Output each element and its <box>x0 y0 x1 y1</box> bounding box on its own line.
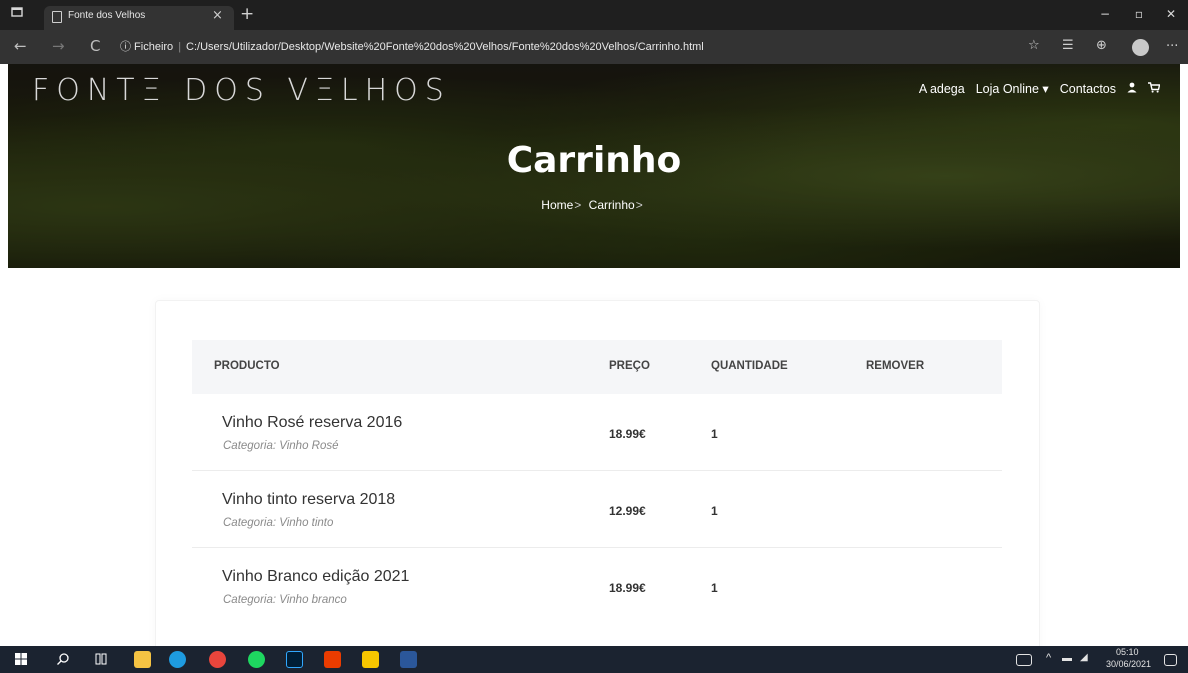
product-price: 12.99€ <box>609 504 646 518</box>
favorites-add-icon[interactable]: ☆ <box>1028 38 1040 53</box>
tab-title: Fonte dos Velhos <box>68 10 146 21</box>
cart-row: Vinho tinto reserva 2018 Categoria: Vinh… <box>192 471 1002 548</box>
product-category: Categoria: Vinho Rosé <box>223 440 339 452</box>
keyboard-icon[interactable] <box>1016 654 1032 666</box>
wifi-icon[interactable]: ◢ <box>1080 652 1088 663</box>
reload-icon[interactable]: C <box>90 37 100 55</box>
word-icon[interactable] <box>400 651 417 668</box>
breadcrumb-current: Carrinho <box>588 198 635 212</box>
office-icon[interactable] <box>324 651 341 668</box>
product-price: 18.99€ <box>609 427 646 441</box>
tray-chevron-icon[interactable]: ^ <box>1046 652 1051 664</box>
cart-row: Vinho Branco edição 2021 Categoria: Vinh… <box>192 548 1002 625</box>
file-explorer-icon[interactable] <box>134 651 151 668</box>
column-header-remove: REMOVER <box>866 360 925 372</box>
notifications-icon[interactable] <box>1164 654 1177 666</box>
page-title: Carrinho <box>506 140 682 181</box>
product-category: Categoria: Vinho tinto <box>223 517 334 529</box>
column-header-quantity: QUANTIDADE <box>711 360 788 372</box>
new-tab-button[interactable]: + <box>240 4 254 24</box>
main-nav: A adega Loja Online ▾ Contactos <box>919 81 1161 96</box>
breadcrumb: Home> Carrinho> <box>8 198 1180 212</box>
search-icon[interactable] <box>56 651 73 668</box>
product-name[interactable]: Vinho tinto reserva 2018 <box>222 491 395 509</box>
forward-icon[interactable]: → <box>52 37 65 55</box>
windows-start-icon[interactable] <box>14 651 31 668</box>
close-window-button[interactable]: ✕ <box>1162 5 1180 23</box>
nav-item-contactos[interactable]: Contactos <box>1060 82 1116 96</box>
clock-time[interactable]: 05:10 <box>1116 647 1139 657</box>
nav-item-adega[interactable]: A adega <box>919 82 965 96</box>
clock-date[interactable]: 30/06/2021 <box>1106 659 1151 669</box>
breadcrumb-home[interactable]: Home <box>541 198 573 212</box>
breadcrumb-separator: > <box>574 198 582 212</box>
product-quantity[interactable]: 1 <box>711 504 718 518</box>
product-category: Categoria: Vinho branco <box>223 594 347 606</box>
sticky-notes-icon[interactable] <box>362 651 379 668</box>
profile-icon[interactable] <box>1132 39 1149 56</box>
tab-actions-icon[interactable] <box>8 5 26 23</box>
network-icon[interactable]: ▬ <box>1062 653 1072 664</box>
site-info-label[interactable]: ⓘ Ficheiro <box>120 41 173 53</box>
favorites-icon[interactable]: ☰ <box>1062 38 1074 53</box>
tab-close-icon[interactable]: × <box>212 8 223 23</box>
product-price: 18.99€ <box>609 581 646 595</box>
chrome-icon[interactable] <box>209 651 226 668</box>
spotify-icon[interactable] <box>248 651 265 668</box>
product-name[interactable]: Vinho Branco edição 2021 <box>222 568 409 586</box>
product-quantity[interactable]: 1 <box>711 427 718 441</box>
photoshop-icon[interactable] <box>286 651 303 668</box>
url-text: C:/Users/Utilizador/Desktop/Website%20Fo… <box>186 41 704 53</box>
browser-tab[interactable]: Fonte dos Velhos × <box>44 6 234 30</box>
url-field[interactable]: ⓘ Ficheiro | C:/Users/Utilizador/Desktop/W… <box>120 37 704 57</box>
collections-icon[interactable]: ⊕ <box>1096 38 1107 53</box>
cart-icon[interactable] <box>1148 81 1161 96</box>
browser-address-bar: ← → C ⓘ Ficheiro | C:/Users/Utilizador/Des… <box>0 30 1188 64</box>
cart-row: Vinho Rosé reserva 2016 Categoria: Vinho… <box>192 394 1002 471</box>
column-header-price: PREÇO <box>609 360 650 372</box>
cart-table-header: PRODUCTO PREÇO QUANTIDADE REMOVER <box>192 340 1002 394</box>
nav-item-loja-online[interactable]: Loja Online ▾ <box>976 81 1049 96</box>
edge-icon[interactable] <box>169 651 186 668</box>
windows-taskbar: ^ ▬ ◢ 05:10 30/06/2021 <box>0 646 1188 673</box>
product-name[interactable]: Vinho Rosé reserva 2016 <box>222 414 402 432</box>
browser-tab-bar: Fonte dos Velhos × + − ▫ ✕ <box>0 0 1188 30</box>
minimize-button[interactable]: − <box>1096 5 1114 23</box>
hero-banner: FONTΞ DOS VΞLHOS A adega Loja Online ▾ C… <box>8 64 1180 268</box>
site-logo[interactable]: FONTΞ DOS VΞLHOS <box>32 73 451 108</box>
url-separator: | <box>178 41 182 53</box>
product-quantity[interactable]: 1 <box>711 581 718 595</box>
page-icon <box>52 11 62 23</box>
breadcrumb-separator: > <box>635 198 643 212</box>
task-view-icon[interactable] <box>94 651 111 668</box>
user-icon[interactable] <box>1127 82 1137 96</box>
more-icon[interactable]: ··· <box>1166 39 1178 54</box>
column-header-product: PRODUCTO <box>214 360 280 372</box>
maximize-button[interactable]: ▫ <box>1130 5 1148 23</box>
back-icon[interactable]: ← <box>14 37 27 55</box>
